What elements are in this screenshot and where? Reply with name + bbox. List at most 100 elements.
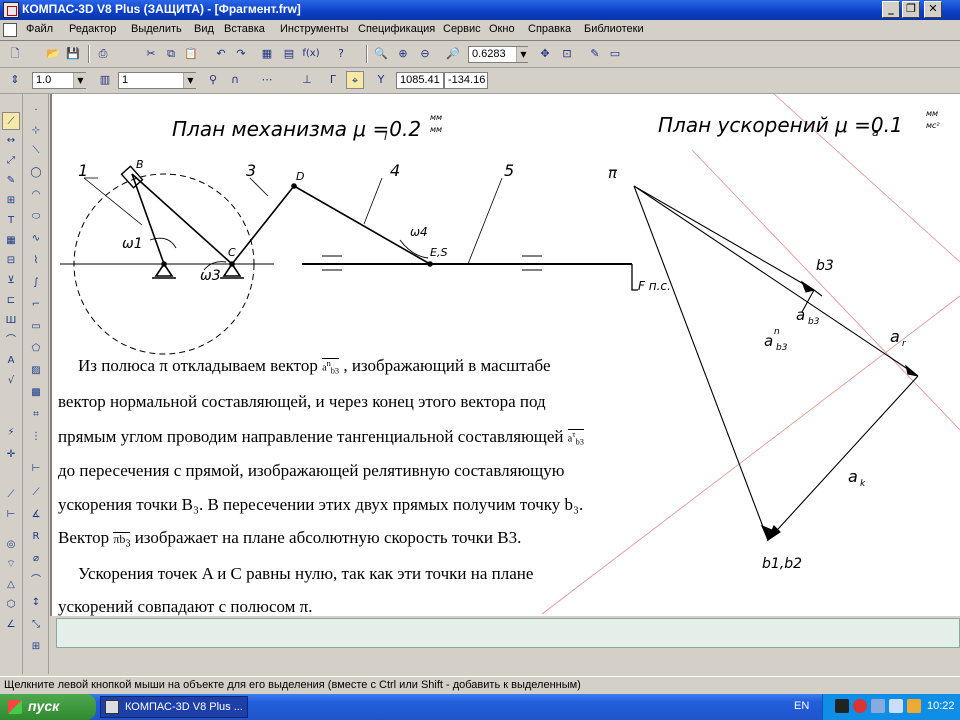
clock[interactable]: 10:22 (927, 700, 955, 712)
hatch-tool-icon[interactable]: ▨ (27, 362, 45, 380)
zoom-dropdown-arrow[interactable]: ▼ (516, 47, 530, 62)
contour-tab-icon[interactable]: ⬡ (2, 596, 20, 614)
dim-angle-tool-icon[interactable]: ∡ (27, 506, 45, 524)
text-tab-icon[interactable]: A (2, 352, 20, 370)
menu-help[interactable]: Справка (528, 23, 571, 35)
menu-select[interactable]: Выделить (131, 23, 182, 35)
designation-tab-icon[interactable]: ⤢ (2, 152, 20, 170)
dim-height-tool-icon[interactable]: ↕ (27, 594, 45, 612)
drawing-canvas[interactable]: План механизма μ =0.2 l мм мм План ускор… (50, 94, 960, 616)
zoom-in-icon[interactable]: ⊕ (394, 45, 412, 63)
fill-tool-icon[interactable]: ▩ (27, 384, 45, 402)
layer-dropdown-arrow[interactable]: ▼ (183, 73, 197, 88)
security-icon[interactable] (853, 699, 867, 713)
spline-tool-icon[interactable]: ∿ (27, 230, 45, 248)
dim-break-tool-icon[interactable]: ⤡ (27, 616, 45, 634)
function-icon[interactable]: f(x) (302, 45, 320, 63)
variables-icon[interactable]: ▤ (280, 45, 298, 63)
menu-insert[interactable]: Вставка (224, 23, 265, 35)
dim-auto-tool-icon[interactable]: ⊞ (27, 638, 45, 656)
libraries-icon[interactable]: ▦ (258, 45, 276, 63)
fillet-tab-icon[interactable]: ⌔ (2, 556, 20, 574)
menu-tools[interactable]: Инструменты (280, 23, 349, 35)
menu-edit[interactable]: Редактор (69, 23, 116, 35)
collection-tool-icon[interactable]: ⋮ (27, 428, 45, 446)
bezier-tool-icon[interactable]: ∫ (27, 274, 45, 292)
measure-tab-icon[interactable]: T (2, 212, 20, 230)
roughness-tab-icon[interactable]: √ (2, 372, 20, 390)
menu-libraries[interactable]: Библиотеки (584, 23, 644, 35)
polygon-tool-icon[interactable]: ⬠ (27, 340, 45, 358)
angle-tab-icon[interactable]: ∠ (2, 616, 20, 634)
cut-icon[interactable]: ✂ (142, 45, 160, 63)
save-icon[interactable]: 💾 (64, 45, 82, 63)
step-dropdown-arrow[interactable]: ▼ (73, 73, 87, 88)
grid-icon[interactable]: ⋯ (258, 71, 276, 89)
undo-icon[interactable]: ↶ (212, 45, 230, 63)
zoom-window-icon[interactable]: 🔍 (372, 45, 390, 63)
print-icon[interactable]: ⎙ (94, 45, 112, 63)
minimize-button[interactable]: _ (882, 1, 900, 18)
redo-icon[interactable]: ↷ (232, 45, 250, 63)
ortho-icon[interactable]: Γ (324, 71, 342, 89)
contour-tool-icon[interactable]: ⌗ (27, 406, 45, 424)
new-document-icon[interactable]: 🗋 (6, 45, 24, 63)
zoom-out-icon[interactable]: ⊖ (416, 45, 434, 63)
arc-tool-icon[interactable]: ◠ (27, 186, 45, 204)
menu-service[interactable]: Сервис (443, 23, 481, 35)
open-icon[interactable]: 📂 (44, 45, 62, 63)
document-icon[interactable] (3, 23, 17, 37)
coord-y-field[interactable]: -134.16 (444, 72, 488, 89)
close-button[interactable]: ✕ (924, 1, 942, 18)
sketch-tab-icon[interactable]: ⚡ (2, 424, 20, 442)
menu-file[interactable]: Файл (26, 23, 53, 35)
media-player-icon[interactable] (835, 699, 849, 713)
geometry-tab-icon[interactable]: ⟋ (2, 112, 20, 130)
local-cs-icon[interactable]: ⊥ (298, 71, 316, 89)
spec-tab-icon[interactable]: ⊟ (2, 252, 20, 270)
language-indicator[interactable]: EN (794, 700, 809, 712)
show-all-icon[interactable]: ⊡ (558, 45, 576, 63)
dim-radius-tool-icon[interactable]: R (27, 528, 45, 546)
point-tool-icon[interactable]: · (27, 102, 45, 120)
network-icon[interactable] (871, 699, 885, 713)
restore-button[interactable]: ❐ (902, 1, 920, 18)
edit-tab-icon[interactable]: ✎ (2, 172, 20, 190)
arc-tab-icon[interactable]: ⌒ (2, 332, 20, 350)
line-tab-icon[interactable]: ⟋ (2, 486, 20, 504)
volume-icon[interactable] (889, 699, 903, 713)
start-button[interactable]: пуск (0, 694, 96, 720)
kompas-app-icon[interactable] (3, 2, 19, 18)
aux-line-tool-icon[interactable]: ⊹ (27, 122, 45, 140)
menu-view[interactable]: Вид (194, 23, 214, 35)
pan-icon[interactable]: ✥ (536, 45, 554, 63)
elements-tab-icon[interactable]: ⊏ (2, 292, 20, 310)
snaps-icon[interactable]: ⚲ (204, 71, 222, 89)
point-tab-icon[interactable]: ✛ (2, 446, 20, 464)
ellipse-tool-icon[interactable]: ⬭ (27, 208, 45, 226)
hatch-tab-icon[interactable]: Ш (2, 312, 20, 330)
triangle-tab-icon[interactable]: △ (2, 576, 20, 594)
tray-app-icon[interactable] (907, 699, 921, 713)
dim-linear-tool-icon[interactable]: ⊢ (27, 460, 45, 478)
menu-spec[interactable]: Спецификация (358, 23, 435, 35)
refresh-icon[interactable]: ✎ (586, 45, 604, 63)
manager-icon[interactable]: ▭ (606, 45, 624, 63)
properties-panel-body[interactable] (56, 618, 960, 648)
reports-tab-icon[interactable]: ⊻ (2, 272, 20, 290)
circle-tool-icon[interactable]: ◯ (27, 164, 45, 182)
select-tab-icon[interactable]: ▦ (2, 232, 20, 250)
chamfer-tool-icon[interactable]: ⌐ (27, 296, 45, 314)
segment-tool-icon[interactable]: ⟍ (27, 142, 45, 160)
cursor-mode-icon[interactable]: ⌖ (346, 71, 364, 89)
dim-diameter-tool-icon[interactable]: ⌀ (27, 550, 45, 568)
coord-x-field[interactable]: 1085.41 (396, 72, 444, 89)
dim-arc-tool-icon[interactable]: ⌒ (27, 572, 45, 590)
dimensions-tab-icon[interactable]: ↔ (2, 132, 20, 150)
zoom-scale-icon[interactable]: 🔎 (444, 45, 462, 63)
paste-icon[interactable]: 📋 (182, 45, 200, 63)
magnet-icon[interactable]: ∩ (226, 71, 244, 89)
circle-tab-icon[interactable]: ◎ (2, 536, 20, 554)
parametrization-tab-icon[interactable]: ⊞ (2, 192, 20, 210)
taskbar-item-kompas[interactable]: КОМПАС-3D V8 Plus ... (100, 696, 248, 718)
